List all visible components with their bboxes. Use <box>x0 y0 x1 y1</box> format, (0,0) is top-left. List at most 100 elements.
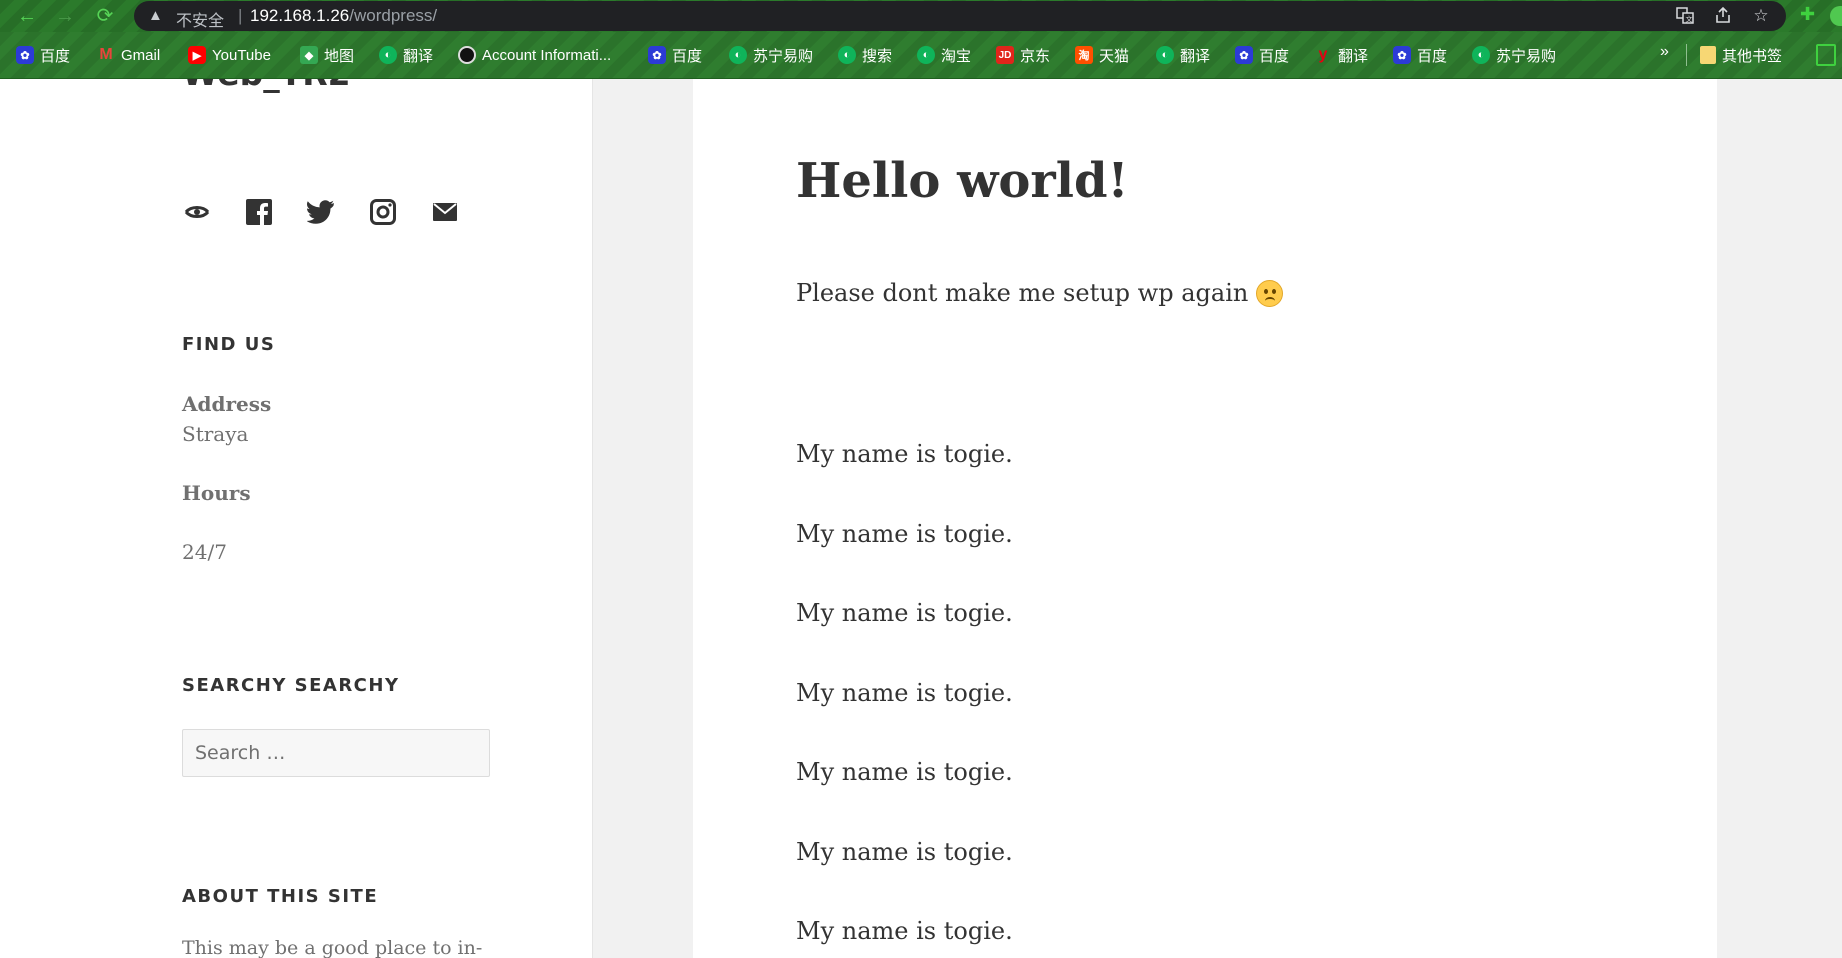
instagram-icon[interactable] <box>368 197 398 227</box>
post-title[interactable]: Hello world! <box>796 153 1129 209</box>
bookmark-label: 百度 <box>1417 47 1448 65</box>
globe-icon: ◐ <box>379 46 397 64</box>
url-host: 192.168.1.26 <box>250 6 350 25</box>
bookmark-label: 翻译 <box>1338 47 1369 65</box>
back-arrow-icon[interactable]: ← <box>14 3 40 29</box>
social-links-menu <box>182 197 460 227</box>
post-paragraph: My name is togie. <box>796 440 1013 468</box>
bookmark-label: Gmail <box>121 46 161 64</box>
share-icon[interactable] <box>1712 6 1734 29</box>
bookmark-jd[interactable]: JD 京东 <box>996 44 1050 66</box>
email-icon[interactable] <box>430 197 460 227</box>
post-content: Hello world! Please dont make me setup w… <box>693 79 1717 958</box>
more-bookmarks-chevron-icon[interactable]: » <box>1660 43 1669 61</box>
about-heading: ABOUT THIS SITE <box>182 886 379 907</box>
post-paragraph: My name is togie. <box>796 519 1013 548</box>
bookmark-label: 淘宝 <box>941 47 972 65</box>
search-widget-heading: SEARCHY SEARCHY <box>182 675 400 696</box>
tmall-icon: 淘 <box>1075 46 1093 64</box>
forward-arrow-icon[interactable]: → <box>52 3 78 29</box>
other-bookmarks-folder[interactable]: 其他书签 <box>1700 44 1782 66</box>
insecure-label[interactable]: 不安全 <box>176 7 224 31</box>
reading-list-icon[interactable] <box>1816 44 1836 66</box>
bookmark-label: 百度 <box>1259 47 1290 65</box>
url-path: /wordpress/ <box>349 6 438 25</box>
bookmark-youdao[interactable]: y 翻译 <box>1314 44 1368 66</box>
reload-icon[interactable]: ⟳ <box>92 3 118 29</box>
bookmark-taobao[interactable]: ◐ 淘宝 <box>917 44 971 66</box>
bookmarks-divider <box>1686 44 1687 66</box>
bookmark-label: 翻译 <box>403 47 434 65</box>
profile-icon[interactable] <box>1830 6 1842 26</box>
bookmark-tmall[interactable]: 淘天猫 <box>1075 44 1129 66</box>
bookmark-suning[interactable]: ◐ 苏宁易购 <box>729 44 813 66</box>
bookmark-label: 地图 <box>324 47 355 65</box>
globe-icon: ◐ <box>838 46 856 64</box>
bookmark-search[interactable]: ◐ 搜索 <box>838 44 892 66</box>
globe-icon: ◐ <box>917 46 935 64</box>
bookmark-translate[interactable]: ◐ 翻译 <box>1156 44 1210 66</box>
baidu-icon: ✿ <box>16 46 34 64</box>
sidebar: Web_TR2 FIND US Address Straya Hours 24/… <box>0 79 593 958</box>
post-paragraph: My name is togie. <box>796 678 1013 707</box>
twitter-icon[interactable] <box>306 197 336 227</box>
post-paragraph: My name is togie. <box>796 758 1013 786</box>
post-intro-text: Please dont make me setup wp again <box>796 279 1249 307</box>
baidu-icon: ✿ <box>1235 46 1253 64</box>
bookmark-maps[interactable]: ◆ 地图 <box>300 44 354 66</box>
bookmark-baidu[interactable]: ✿ 百度 <box>16 44 70 66</box>
bookmark-label: Account Informati... <box>482 46 612 64</box>
url-text[interactable]: 192.168.1.26/wordpress/ <box>250 6 437 26</box>
bookmark-gmail[interactable]: M Gmail <box>97 44 160 66</box>
translate-icon[interactable]: 文 <box>1674 6 1696 29</box>
post-paragraph: My name is togie. <box>796 599 1013 627</box>
bookmark-baidu[interactable]: ✿ 百度 <box>648 44 702 66</box>
account-icon <box>458 46 476 64</box>
globe-icon: ◐ <box>729 46 747 64</box>
folder-icon <box>1700 46 1716 64</box>
bookmark-baidu[interactable]: ✿ 百度 <box>1393 44 1447 66</box>
gmail-icon: M <box>99 46 113 63</box>
post-paragraphs: My name is togie. My name is togie. My n… <box>796 439 1013 958</box>
bookmark-label: 苏宁易购 <box>1496 47 1557 65</box>
omnibox-separator: | <box>238 6 243 25</box>
address-bar[interactable]: ▲ 不安全 | 192.168.1.26/wordpress/ 文 ☆ <box>134 1 1786 31</box>
about-text: This may be a good place to in- <box>182 937 483 958</box>
baidu-icon: ✿ <box>648 46 666 64</box>
baidu-icon: ✿ <box>1393 46 1411 64</box>
post-intro: Please dont make me setup wp again <box>796 279 1284 307</box>
bookmark-label: 天猫 <box>1099 47 1130 65</box>
bookmarks-bar: ✿ 百度 M Gmail ▶ YouTube ◆ 地图 ◐ 翻译 Account Info… <box>0 32 1842 79</box>
youtube-icon: ▶ <box>188 46 206 64</box>
bookmark-label: 百度 <box>672 47 703 65</box>
warning-triangle-icon[interactable]: ▲ <box>148 7 163 24</box>
jd-icon: JD <box>996 46 1014 64</box>
post-paragraph: My name is togie. <box>796 917 1013 945</box>
bookmark-label: 翻译 <box>1180 47 1211 65</box>
bookmark-label: 苏宁易购 <box>753 47 814 65</box>
maps-icon: ◆ <box>300 46 318 64</box>
youdao-icon: y <box>1318 46 1328 63</box>
browser-toolbar: ← → ⟳ ▲ 不安全 | 192.168.1.26/wordpress/ 文 … <box>0 0 1842 32</box>
bookmark-account[interactable]: Account Informati... <box>458 44 611 66</box>
bookmark-star-icon[interactable]: ☆ <box>1750 6 1772 26</box>
bookmark-youtube[interactable]: ▶ YouTube <box>188 44 271 66</box>
hours-value: 24/7 <box>182 540 227 564</box>
facebook-icon[interactable] <box>244 197 274 227</box>
wordpress-page: Web_TR2 FIND US Address Straya Hours 24/… <box>0 79 1842 958</box>
site-title[interactable]: Web_TR2 <box>182 79 351 93</box>
svg-text:文: 文 <box>1686 15 1693 24</box>
address-label: Address <box>182 392 272 416</box>
bookmark-label: 百度 <box>40 47 71 65</box>
extension-puzzle-icon[interactable]: ✚ <box>1800 4 1815 25</box>
bookmark-suning[interactable]: ◐ 苏宁易购 <box>1472 44 1556 66</box>
search-input[interactable] <box>182 729 490 777</box>
find-us-heading: FIND US <box>182 334 276 355</box>
hours-label: Hours <box>182 481 251 505</box>
globe-icon: ◐ <box>1472 46 1490 64</box>
yelp-icon[interactable] <box>182 197 212 227</box>
address-value: Straya <box>182 422 249 446</box>
globe-icon: ◐ <box>1156 46 1174 64</box>
bookmark-translate[interactable]: ◐ 翻译 <box>379 44 433 66</box>
bookmark-baidu[interactable]: ✿ 百度 <box>1235 44 1289 66</box>
